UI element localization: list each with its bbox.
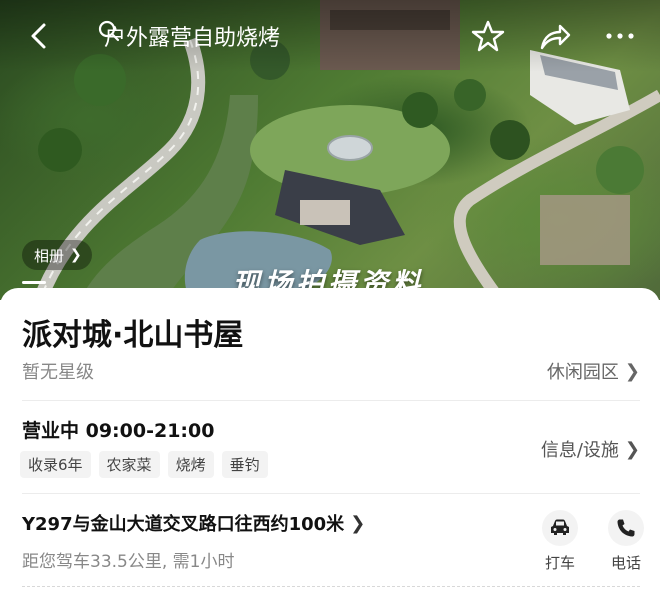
category-label: 休闲园区 [546, 362, 619, 383]
place-title: 派对城·北山书屋 [22, 318, 244, 353]
info-facilities-label: 信息/设施 [540, 440, 619, 461]
distance-text: 距您驾车33.5公里, 需1小时 [22, 552, 235, 572]
tag-item: 烧烤 [167, 451, 214, 478]
search-field[interactable]: 户外露营自助烧烤 [98, 20, 280, 52]
hero-photo[interactable]: 户外露营自助烧烤 相册 ❯ 现场拍摄资料 [0, 0, 660, 300]
phone-icon [608, 510, 644, 546]
category-link[interactable]: 休闲园区 ❯ [547, 358, 640, 384]
tag-item: 垂钓 [221, 451, 268, 478]
section-divider [22, 493, 640, 494]
tag-item: 收录6年 [20, 451, 91, 478]
star-level-text: 暂无星级 [22, 362, 94, 383]
address-text: Y297与金山大道交叉路口往西约100米 [22, 514, 345, 535]
share-icon[interactable] [536, 18, 572, 54]
search-query-text: 户外露营自助烧烤 [104, 26, 281, 51]
carousel-indicator [22, 281, 46, 284]
chevron-right-icon: ❯ [624, 438, 640, 460]
chevron-right-icon: ❯ [350, 512, 366, 534]
info-facilities-link[interactable]: 信息/设施 ❯ [541, 436, 640, 462]
album-label: 相册 [34, 246, 65, 265]
car-icon [542, 510, 578, 546]
place-info-card: 派对城·北山书屋 暂无星级 休闲园区 ❯ 营业中 09:00-21:00 收录6… [0, 288, 660, 608]
chevron-right-icon: ❯ [70, 247, 82, 263]
tag-list: 收录6年 农家菜 烧烤 垂钓 [20, 451, 268, 478]
phone-label: 电话 [610, 554, 641, 572]
back-arrow-icon[interactable] [22, 18, 58, 54]
section-divider [22, 400, 640, 401]
taxi-button[interactable]: 打车 [534, 510, 586, 573]
business-hours: 营业中 09:00-21:00 [22, 420, 215, 442]
album-button[interactable]: 相册 ❯ [22, 240, 92, 270]
phone-button[interactable]: 电话 [600, 510, 652, 573]
address-link[interactable]: Y297与金山大道交叉路口往西约100米 ❯ [22, 510, 365, 536]
star-outline-icon[interactable] [470, 18, 506, 54]
taxi-label: 打车 [544, 554, 575, 572]
bottom-dashed-divider [22, 586, 640, 587]
chevron-right-icon: ❯ [624, 360, 640, 382]
search-icon [98, 20, 120, 42]
tag-item: 农家菜 [98, 451, 160, 478]
more-dots-icon[interactable] [602, 18, 638, 54]
